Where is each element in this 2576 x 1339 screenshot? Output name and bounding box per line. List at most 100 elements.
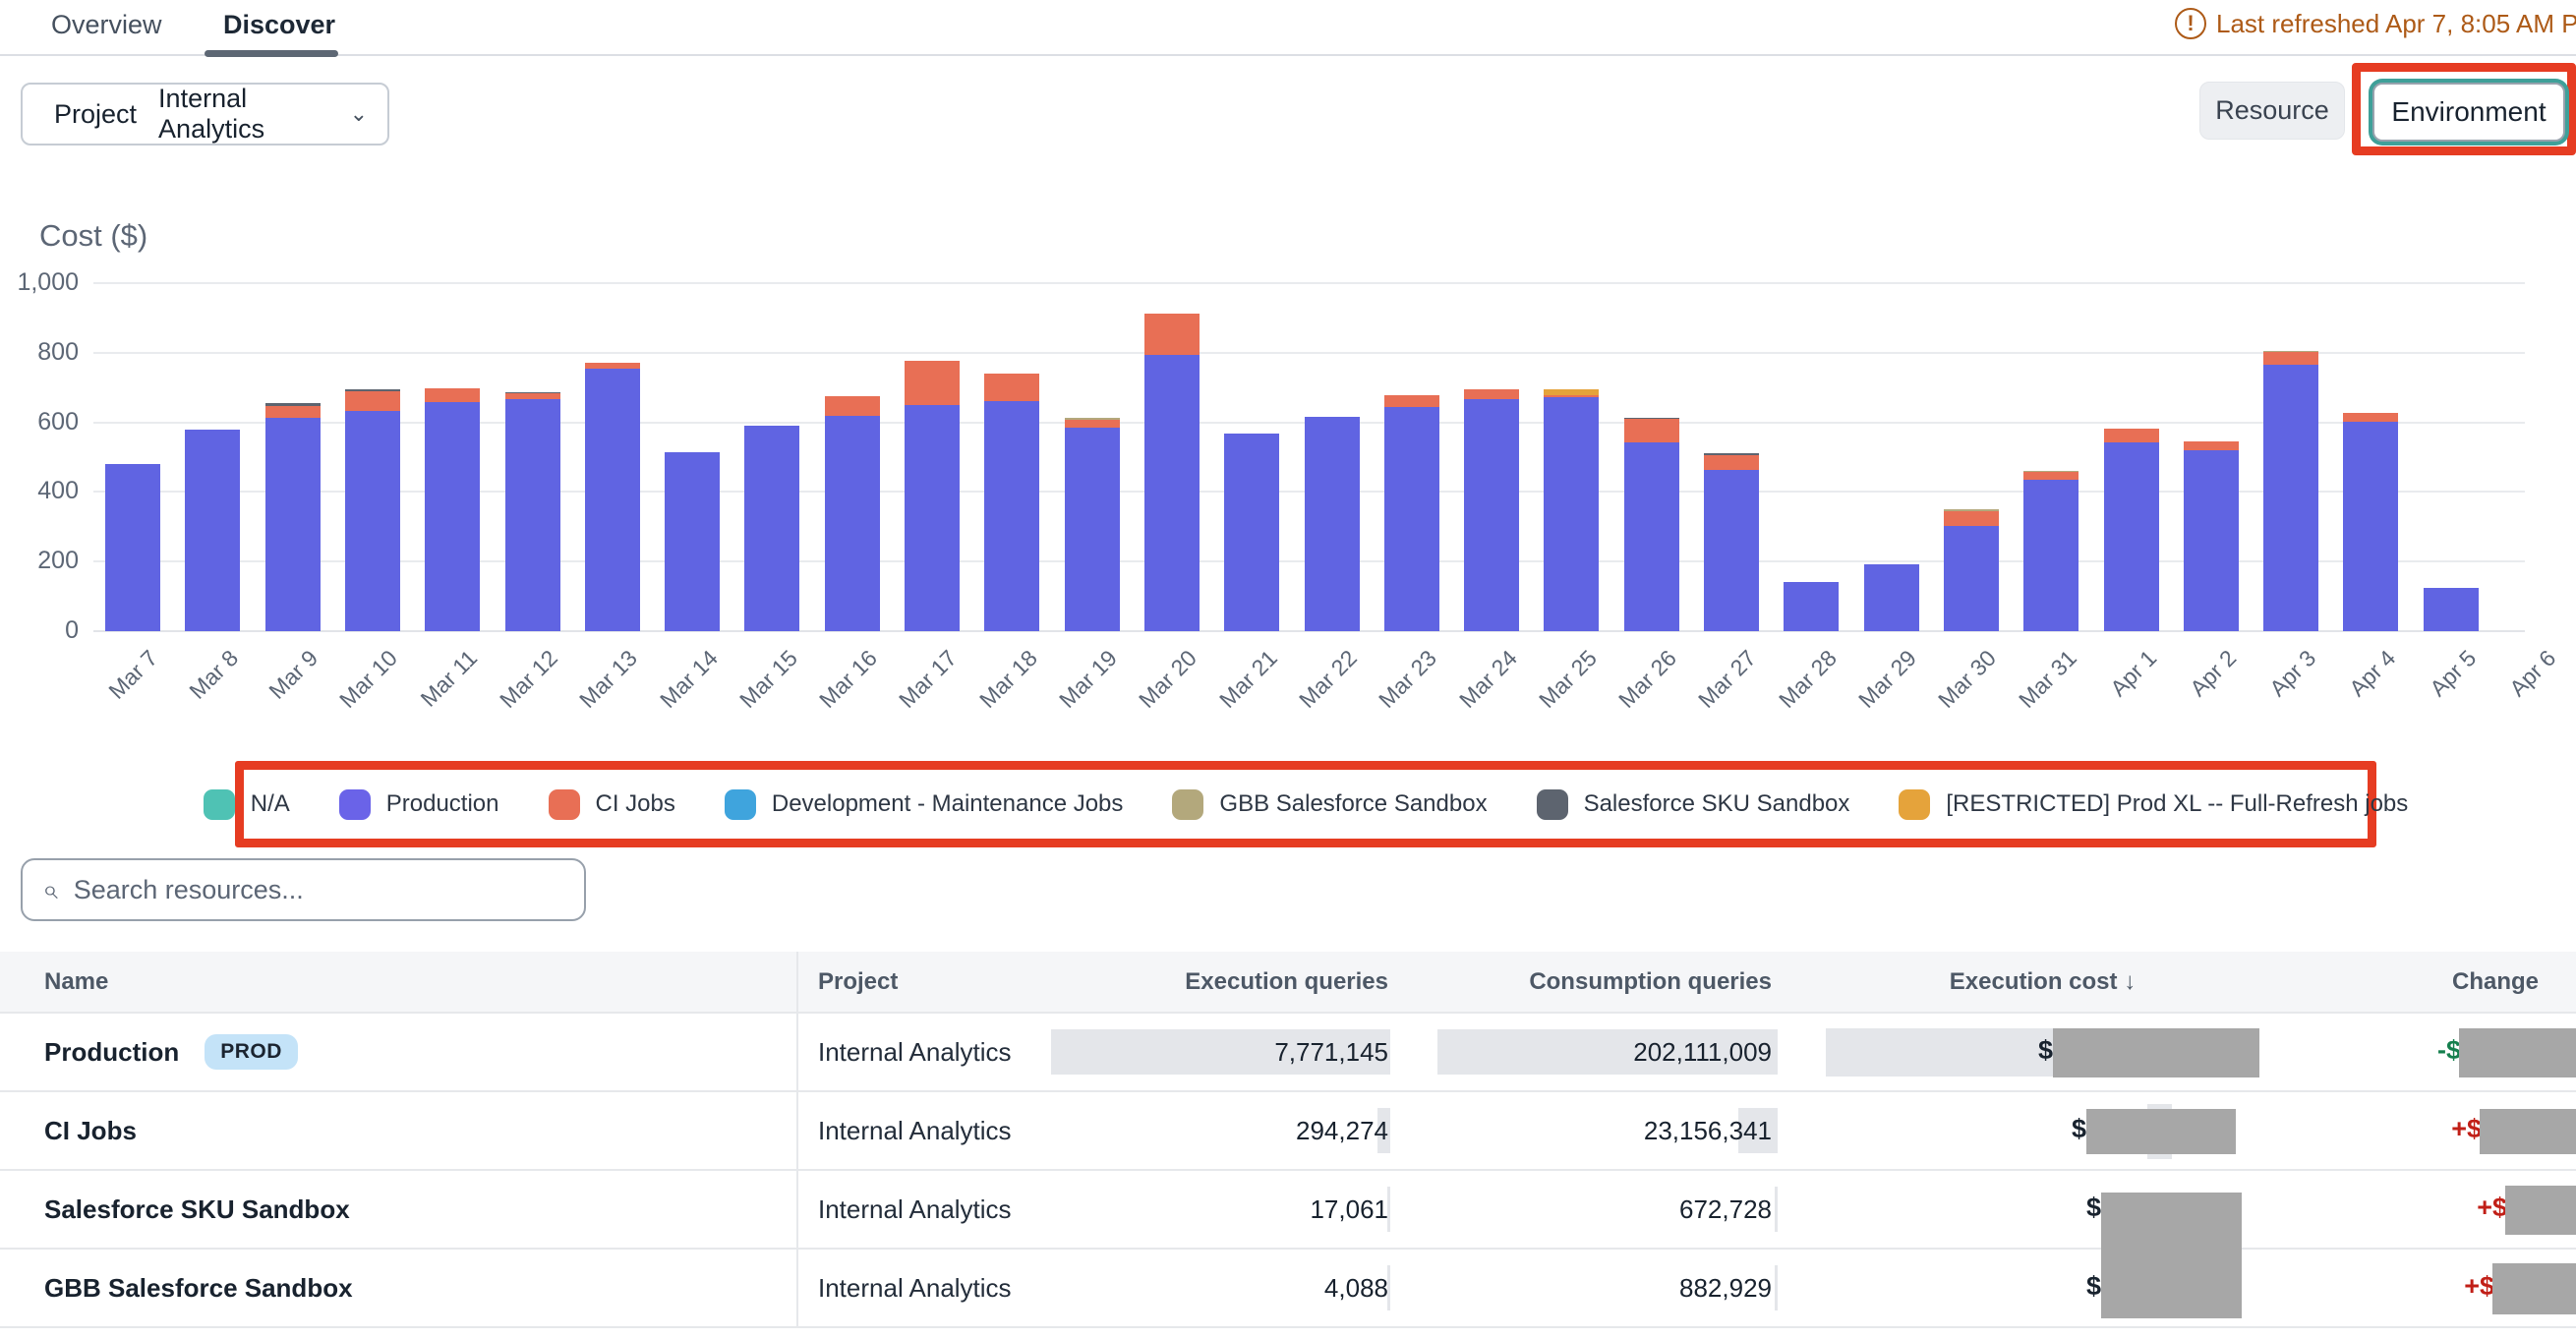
bar-segment-production[interactable] [2424, 588, 2479, 631]
column-header-execution-queries[interactable]: Execution queries [1027, 968, 1396, 996]
bar-segment-gbb-salesforce-sandbox[interactable] [2023, 471, 2078, 472]
resource-project: Internal Analytics [796, 1250, 1027, 1326]
bar-segment-production[interactable] [2263, 365, 2318, 631]
legend-item--restricted-prod-xl-full-refresh-jobs[interactable]: [RESTRICTED] Prod XL -- Full-Refresh job… [1899, 789, 2408, 820]
bar-segment-ci-jobs[interactable] [345, 391, 400, 410]
bar-segment-salesforce-sku-sandbox[interactable] [265, 403, 321, 406]
bar-segment-ci-jobs[interactable] [2104, 429, 2159, 443]
bar-segment-production[interactable] [425, 402, 480, 631]
search-input[interactable] [74, 875, 564, 905]
bar-segment--restricted-prod-xl-full-refresh-jobs[interactable] [1544, 389, 1599, 394]
table-row-gbb-salesforce-sandbox[interactable]: GBB Salesforce SandboxInternal Analytics… [0, 1250, 2576, 1328]
column-header-name[interactable]: Name [0, 968, 796, 996]
tab-discover[interactable]: Discover [223, 10, 335, 40]
bar-segment-ci-jobs[interactable] [1384, 395, 1439, 407]
x-axis-tick-label: Mar 28 [1774, 645, 1843, 714]
bar-segment-production[interactable] [1224, 434, 1279, 631]
resource-toggle-button[interactable]: Resource [2199, 82, 2345, 140]
bar-segment-production[interactable] [984, 401, 1039, 631]
bar-segment-ci-jobs[interactable] [2263, 352, 2318, 365]
bar-segment-production[interactable] [665, 452, 720, 631]
x-axis-tick-label: Apr 6 [2504, 645, 2561, 702]
bar-segment-ci-jobs[interactable] [425, 388, 480, 402]
bar-segment-ci-jobs[interactable] [1624, 419, 1679, 442]
legend-item-gbb-salesforce-sandbox[interactable]: GBB Salesforce Sandbox [1172, 789, 1487, 820]
bar-segment-production[interactable] [905, 405, 960, 631]
bar-segment-salesforce-sku-sandbox[interactable] [505, 392, 560, 393]
bar-segment-production[interactable] [825, 416, 880, 631]
bar-segment-salesforce-sku-sandbox[interactable] [1704, 453, 1759, 454]
chart-gridline [93, 282, 2525, 284]
execution-queries-value: 4,088 [1324, 1273, 1388, 1304]
legend-item-ci-jobs[interactable]: CI Jobs [549, 789, 675, 820]
bar-segment-production[interactable] [1544, 397, 1599, 631]
bar-segment-production[interactable] [585, 369, 640, 631]
table-row-production[interactable]: ProductionPRODInternal Analytics7,771,14… [0, 1014, 2576, 1092]
legend-swatch-icon [339, 789, 371, 820]
environment-toggle-button[interactable]: Environment [2372, 83, 2565, 142]
bar-segment-production[interactable] [1624, 442, 1679, 631]
bar-segment-ci-jobs[interactable] [984, 374, 1039, 401]
bar-segment-ci-jobs[interactable] [1144, 314, 1200, 355]
bar-segment-ci-jobs[interactable] [265, 406, 321, 419]
table-row-ci-jobs[interactable]: CI JobsInternal Analytics294,27423,156,3… [0, 1092, 2576, 1171]
bar-segment-production[interactable] [1065, 428, 1120, 631]
tab-overview[interactable]: Overview [51, 10, 162, 40]
table-row-salesforce-sku-sandbox[interactable]: Salesforce SKU SandboxInternal Analytics… [0, 1171, 2576, 1250]
bar-segment-gbb-salesforce-sandbox[interactable] [2263, 351, 2318, 352]
bar-segment-production[interactable] [1864, 564, 1919, 631]
column-header-change[interactable]: Change [2306, 968, 2576, 996]
bar-segment-production[interactable] [105, 464, 160, 631]
bar-segment-gbb-salesforce-sandbox[interactable] [1065, 418, 1120, 419]
sort-descending-icon[interactable]: ↓ [2124, 968, 2136, 995]
bar-segment-ci-jobs[interactable] [2184, 441, 2239, 450]
legend-swatch-icon [725, 789, 756, 820]
bar-segment-ci-jobs[interactable] [2343, 413, 2398, 422]
bar-segment-production[interactable] [265, 418, 321, 631]
bar-segment-production[interactable] [2023, 480, 2078, 631]
bar-segment-production[interactable] [2343, 422, 2398, 631]
legend-label: N/A [251, 790, 290, 818]
bar-segment-ci-jobs[interactable] [2023, 472, 2078, 479]
bar-segment-production[interactable] [744, 426, 799, 631]
bar-segment-production[interactable] [1144, 355, 1200, 631]
bar-segment-salesforce-sku-sandbox[interactable] [345, 389, 400, 391]
column-header-project[interactable]: Project [796, 952, 1027, 1012]
bar-segment-production[interactable] [1305, 417, 1360, 631]
bar-segment-salesforce-sku-sandbox[interactable] [1624, 418, 1679, 419]
bar-segment-production[interactable] [1944, 526, 1999, 631]
legend-item-development-maintenance-jobs[interactable]: Development - Maintenance Jobs [725, 789, 1124, 820]
bar-segment-production[interactable] [1784, 582, 1839, 631]
bar-segment-production[interactable] [1704, 470, 1759, 631]
cost-redaction-block [2101, 1250, 2242, 1318]
legend-item-production[interactable]: Production [339, 789, 499, 820]
bar-segment-ci-jobs[interactable] [505, 393, 560, 399]
bar-segment-production[interactable] [505, 399, 560, 631]
bar-segment-ci-jobs[interactable] [825, 396, 880, 417]
bar-segment-ci-jobs[interactable] [1065, 420, 1120, 428]
last-refreshed-notice: ! Last refreshed Apr 7, 8:05 AM PDT [2175, 8, 2576, 39]
column-header-execution-cost[interactable]: Execution cost ↓ [1780, 968, 2306, 996]
resource-name: Production [44, 1037, 179, 1068]
bar-segment-ci-jobs[interactable] [1944, 511, 1999, 527]
legend-item-n-a[interactable]: N/A [204, 789, 290, 820]
bar-segment-gbb-salesforce-sandbox[interactable] [1944, 509, 1999, 510]
bar-segment-production[interactable] [185, 430, 240, 631]
legend-item-salesforce-sku-sandbox[interactable]: Salesforce SKU Sandbox [1537, 789, 1850, 820]
x-axis-tick-label: Mar 29 [1853, 645, 1922, 714]
column-header-consumption-queries[interactable]: Consumption queries [1396, 968, 1780, 996]
bar-segment-production[interactable] [2184, 450, 2239, 631]
bar-segment-ci-jobs[interactable] [585, 363, 640, 370]
project-dropdown[interactable]: Project Internal Analytics ⌄ [21, 83, 389, 146]
x-axis-tick-label: Mar 23 [1374, 645, 1442, 714]
bar-segment-production[interactable] [1384, 407, 1439, 631]
bar-segment-ci-jobs[interactable] [1704, 455, 1759, 471]
bar-segment-ci-jobs[interactable] [1544, 395, 1599, 398]
bar-segment-production[interactable] [345, 411, 400, 631]
bar-segment-production[interactable] [2104, 442, 2159, 631]
bar-segment-ci-jobs[interactable] [1464, 389, 1519, 399]
bar-segment-ci-jobs[interactable] [905, 361, 960, 405]
x-axis-tick-label: Mar 22 [1294, 645, 1363, 714]
bar-segment-production[interactable] [1464, 399, 1519, 631]
x-axis-tick-label: Mar 16 [814, 645, 883, 714]
